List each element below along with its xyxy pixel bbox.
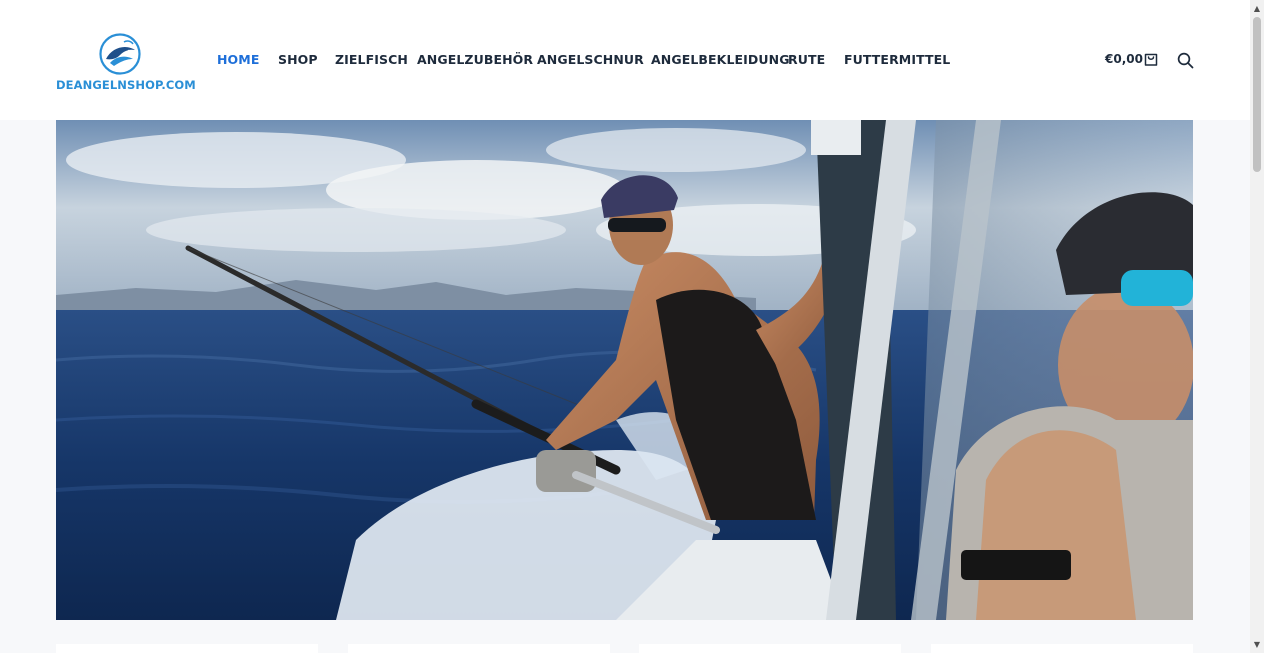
site-header: DEANGELNSHOP.COM HOME SHOP ZIELFISCH ANG… — [0, 0, 1250, 120]
cart-total: €0,00 — [1105, 52, 1143, 66]
nav-item-shop[interactable]: SHOP — [278, 52, 318, 67]
nav-item-home[interactable]: HOME — [217, 52, 259, 67]
product-card[interactable] — [56, 644, 318, 653]
scrollbar-thumb[interactable] — [1253, 17, 1261, 172]
nav-item-angelschnur[interactable]: ANGELSCHNUR — [537, 52, 644, 67]
hero-image — [56, 120, 1193, 620]
nav-item-angelbekleidung[interactable]: ANGELBEKLEIDUNG — [651, 52, 790, 67]
hero-fishing-photo — [56, 120, 1193, 620]
nav-item-futtermittel[interactable]: FUTTERMITTEL — [844, 52, 950, 67]
nav-item-angelzubehoer[interactable]: ANGELZUBEHÖR — [417, 52, 533, 67]
product-card[interactable] — [639, 644, 901, 653]
page-scrollbar[interactable]: ▲ ▼ — [1250, 0, 1264, 653]
fish-logo-icon — [99, 33, 141, 75]
scroll-up-arrow-icon[interactable]: ▲ — [1250, 2, 1264, 16]
nav-item-rute[interactable]: RUTE — [788, 52, 825, 67]
product-card[interactable] — [348, 644, 610, 653]
site-logo[interactable]: DEANGELNSHOP.COM — [56, 30, 196, 94]
logo-text: DEANGELNSHOP.COM — [56, 78, 196, 92]
scroll-down-arrow-icon[interactable]: ▼ — [1250, 638, 1264, 652]
shopping-bag-icon — [1144, 53, 1158, 66]
nav-item-zielfisch[interactable]: ZIELFISCH — [335, 52, 408, 67]
search-icon[interactable] — [1177, 52, 1194, 69]
product-card[interactable] — [931, 644, 1193, 653]
product-card-row — [56, 644, 1193, 653]
